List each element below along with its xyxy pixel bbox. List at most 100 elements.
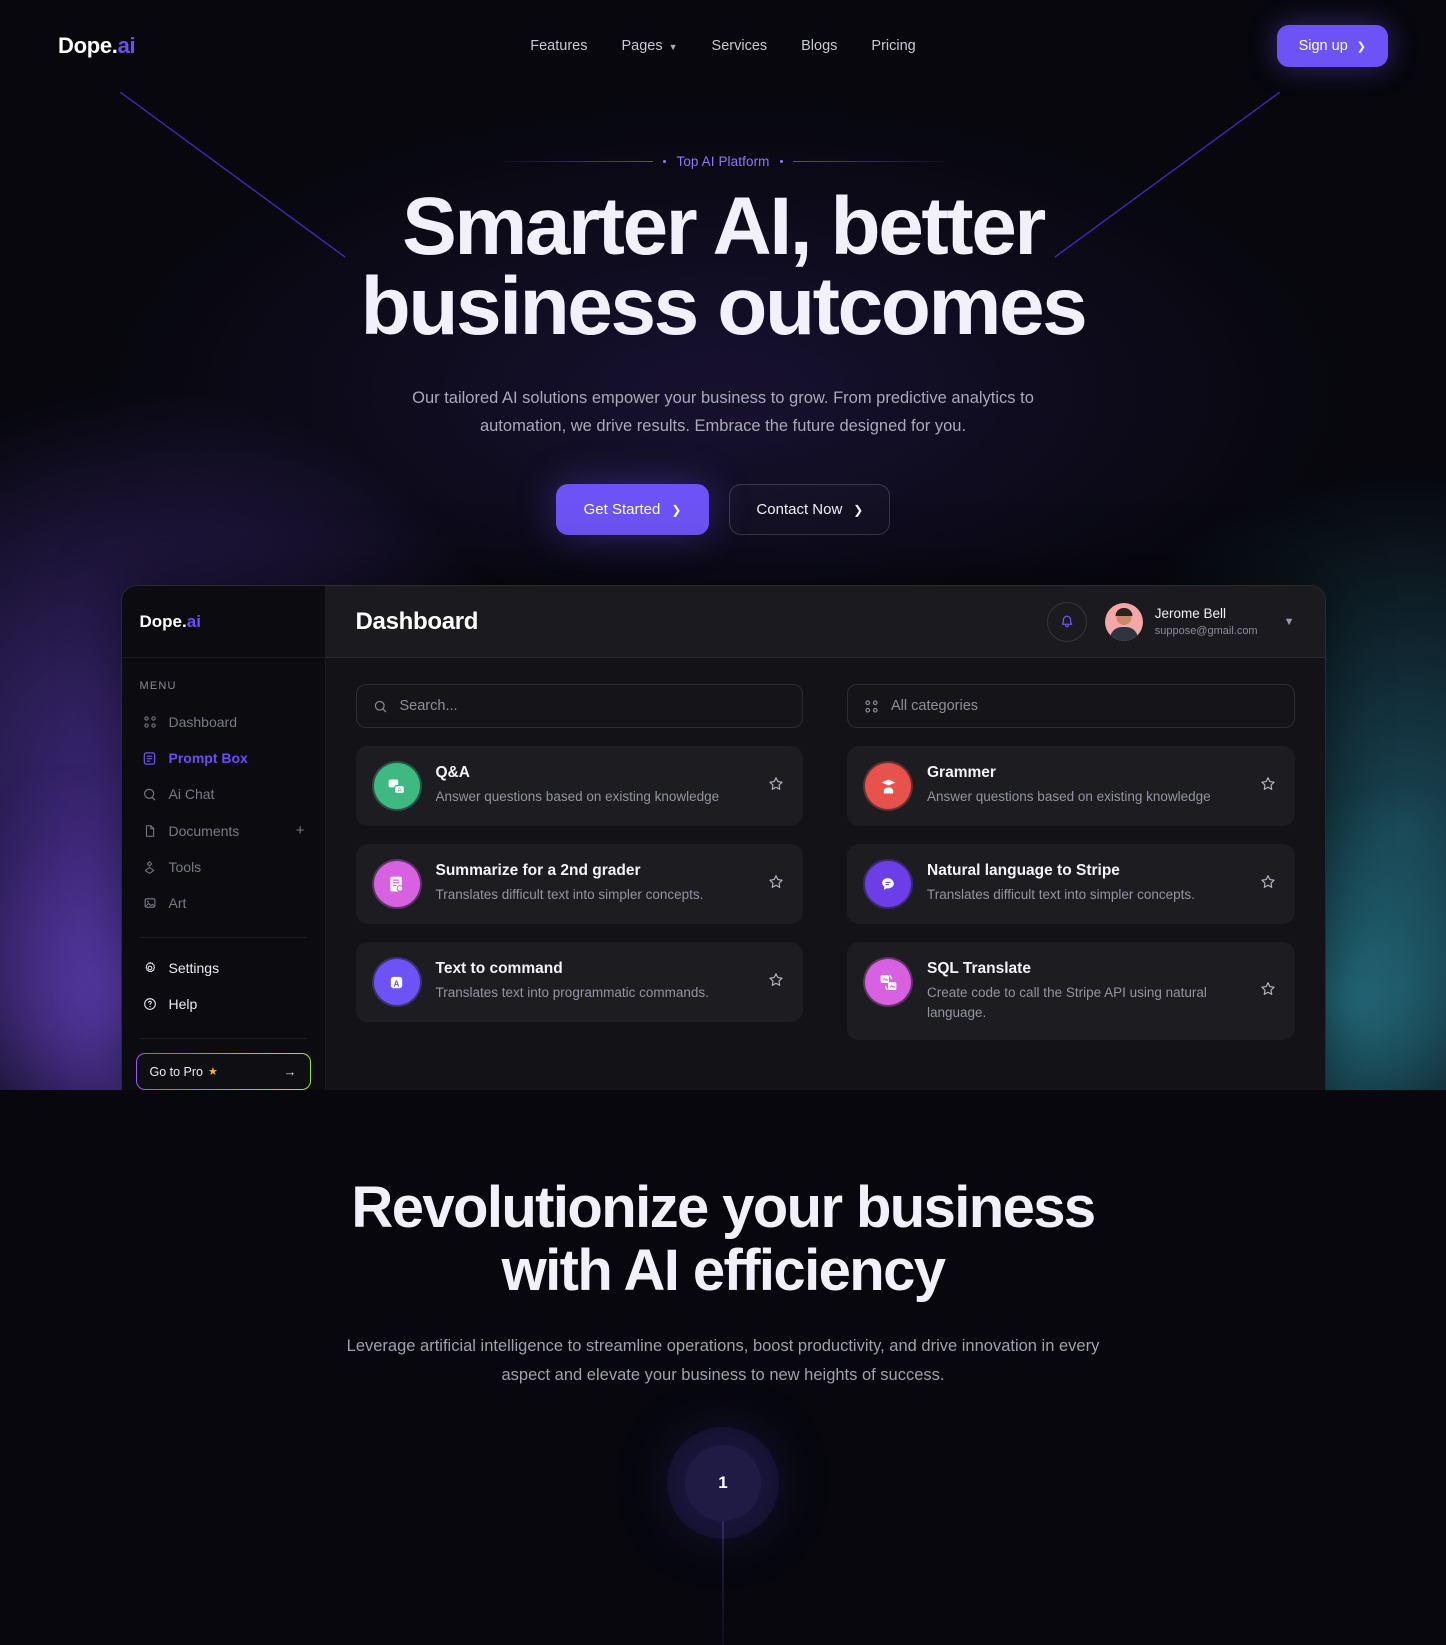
dashboard-column-left: Search... A Q&A Answer questions based o… xyxy=(355,684,803,1090)
avatar xyxy=(1104,602,1143,641)
arrow-right-icon: → xyxy=(283,1064,297,1080)
get-started-button[interactable]: Get Started ❯ xyxy=(555,484,710,536)
chevron-down-icon: ▼ xyxy=(1283,615,1295,628)
qa-icon: A xyxy=(373,763,420,810)
prompt-card-qa[interactable]: A Q&A Answer questions based on existing… xyxy=(355,746,803,827)
nav-item-pages[interactable]: Pages ▼ xyxy=(621,38,677,54)
summary-icon: ! xyxy=(373,861,420,908)
grid-icon xyxy=(865,700,878,713)
section-title-line-2: with AI efficiency xyxy=(501,1238,946,1304)
step-indicator-1[interactable]: 1 xyxy=(685,1445,761,1522)
favorite-star-icon[interactable] xyxy=(1259,873,1277,896)
favorite-star-icon[interactable] xyxy=(767,873,785,896)
gear-icon xyxy=(142,960,158,976)
prompt-card-grammer[interactable]: Grammer Answer questions based on existi… xyxy=(847,746,1295,827)
dashboard-header-right: Jerome Bell suppose@gmail.com ▼ xyxy=(1046,601,1295,642)
section-title: Revolutionize your business with AI effi… xyxy=(0,1175,1446,1304)
chat-icon xyxy=(142,786,158,802)
sidebar-item-label: Prompt Box xyxy=(168,750,248,767)
sidebar-logo-suffix: ai xyxy=(186,611,201,631)
nav-item-services[interactable]: Services xyxy=(712,38,768,54)
user-menu[interactable]: Jerome Bell suppose@gmail.com ▼ xyxy=(1104,602,1295,641)
sidebar-menu-label: MENU xyxy=(139,680,177,693)
hero-section: Dope.ai Features Pages ▼ Services Blogs P… xyxy=(0,0,1446,1090)
logo-suffix: ai xyxy=(117,33,136,58)
sidebar-item-label: Tools xyxy=(168,859,202,876)
prompt-card-text-to-command[interactable]: A Text to command Translates text into p… xyxy=(355,942,803,1023)
nav-label: Features xyxy=(530,38,588,54)
sidebar-item-settings[interactable]: Settings xyxy=(136,952,311,984)
revolutionize-section: Revolutionize your business with AI effi… xyxy=(0,1090,1446,1645)
svg-text:A: A xyxy=(394,979,400,988)
sidebar-divider-1 xyxy=(139,937,307,939)
dashboard-sidebar: Dope. ai MENU Dashboard Prompt Box Ai Ch… xyxy=(121,586,326,1090)
sign-up-label: Sign up xyxy=(1298,38,1348,54)
hero-subtitle: Our tailored AI solutions empower your b… xyxy=(412,388,1034,436)
go-to-pro-label: Go to Pro xyxy=(149,1064,204,1079)
user-email: suppose@gmail.com xyxy=(1154,624,1258,637)
contact-now-button[interactable]: Contact Now ❯ xyxy=(729,484,891,536)
categories-select[interactable]: All categories xyxy=(847,684,1295,729)
chevron-right-icon: ❯ xyxy=(671,502,682,517)
go-pro-wrapper: Go to Pro ★ → xyxy=(136,1053,311,1090)
card-text: SQL Translate Create code to call the St… xyxy=(927,959,1243,1022)
card-title: Natural language to Stripe xyxy=(927,862,1120,880)
eyebrow-dot-right xyxy=(779,160,783,163)
sidebar-item-label: Help xyxy=(168,996,198,1013)
sidebar-item-documents[interactable]: Documents + xyxy=(136,814,311,847)
eyebrow-label: Top AI Platform xyxy=(676,154,770,169)
card-description: Translates text into programmatic comman… xyxy=(435,985,709,1001)
nav-item-features[interactable]: Features xyxy=(530,38,587,54)
bell-icon xyxy=(1061,615,1073,628)
nav-item-blogs[interactable]: Blogs xyxy=(801,38,837,54)
help-icon xyxy=(142,996,158,1012)
card-text: Text to command Translates text into pro… xyxy=(436,959,752,1003)
chevron-right-icon: ❯ xyxy=(853,502,864,517)
sidebar-item-help[interactable]: Help xyxy=(136,988,311,1020)
card-text: Q&A Answer questions based on existing k… xyxy=(436,763,752,807)
card-description: Translates difficult text into simpler c… xyxy=(927,887,1195,903)
prompt-card-natural-language-to-stripe[interactable]: Natural language to Stripe Translates di… xyxy=(847,844,1295,925)
sidebar-item-prompt-box[interactable]: Prompt Box xyxy=(136,742,311,774)
favorite-star-icon[interactable] xyxy=(767,971,785,994)
sidebar-item-label: Dashboard xyxy=(168,714,238,731)
card-description: Translates difficult text into simpler c… xyxy=(435,887,704,903)
command-icon: A xyxy=(373,959,420,1006)
sidebar-item-dashboard[interactable]: Dashboard xyxy=(136,706,311,738)
section-subtitle: Leverage artificial intelligence to stre… xyxy=(346,1337,1100,1384)
search-input[interactable]: Search... xyxy=(355,684,803,729)
sidebar-item-label: Documents xyxy=(168,822,240,839)
hero-title: Smarter AI, better business outcomes xyxy=(0,185,1446,348)
notifications-button[interactable] xyxy=(1046,601,1087,642)
logo-text: Dope. xyxy=(58,33,118,58)
section-title-line-1: Revolutionize your business xyxy=(351,1175,1096,1240)
sidebar-item-art[interactable]: Art xyxy=(136,887,311,919)
contact-now-label: Contact Now xyxy=(756,501,843,519)
nav-item-pricing[interactable]: Pricing xyxy=(871,38,915,54)
chevron-right-icon: ❯ xyxy=(1356,40,1366,53)
sidebar-item-label: Art xyxy=(168,895,187,912)
favorite-star-icon[interactable] xyxy=(767,775,785,798)
favorite-star-icon[interactable] xyxy=(1259,980,1277,1003)
sidebar-logo[interactable]: Dope. ai xyxy=(121,586,325,659)
sidebar-body: MENU Dashboard Prompt Box Ai Chat Docume… xyxy=(122,658,325,1090)
user-info: Jerome Bell suppose@gmail.com xyxy=(1155,605,1258,638)
favorite-star-icon[interactable] xyxy=(1259,775,1277,798)
nav-label: Pages xyxy=(621,38,663,54)
sign-up-button[interactable]: Sign up ❯ xyxy=(1276,25,1388,67)
card-title: Text to command xyxy=(435,960,563,978)
prompt-card-sql-translate[interactable]: SQL Translate Create code to call the St… xyxy=(847,942,1295,1040)
nav-label: Blogs xyxy=(801,38,838,54)
sidebar-logo-text: Dope. xyxy=(139,611,187,631)
card-description: Answer questions based on existing knowl… xyxy=(927,789,1211,805)
nav-links: Features Pages ▼ Services Blogs Pricing xyxy=(0,38,1446,54)
sidebar-item-tools[interactable]: Tools xyxy=(136,851,311,883)
site-logo[interactable]: Dope.ai xyxy=(58,33,136,59)
sidebar-item-ai-chat[interactable]: Ai Chat xyxy=(136,778,311,810)
card-title: Summarize for a 2nd grader xyxy=(435,862,641,880)
go-to-pro-button[interactable]: Go to Pro ★ → xyxy=(136,1053,311,1090)
prompt-card-summarize[interactable]: ! Summarize for a 2nd grader Translates … xyxy=(355,844,803,925)
hero-cta-group: Get Started ❯ Contact Now ❯ xyxy=(0,484,1446,536)
add-document-button[interactable]: + xyxy=(296,822,305,839)
dashboard-preview: Dope. ai MENU Dashboard Prompt Box Ai Ch… xyxy=(120,585,1326,1090)
